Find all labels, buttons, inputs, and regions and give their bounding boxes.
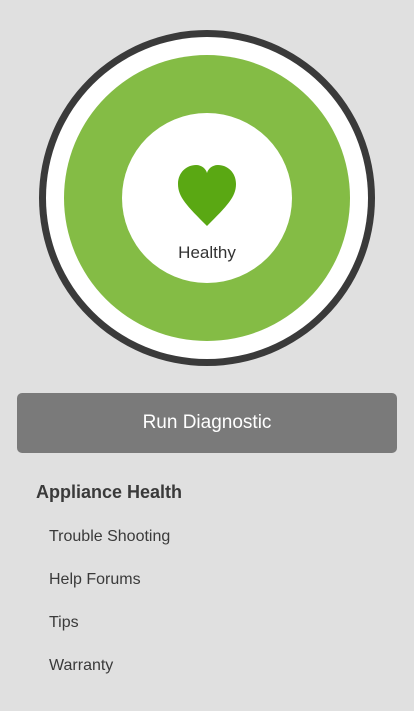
menu-item-warranty[interactable]: Warranty — [49, 651, 170, 694]
run-diagnostic-button[interactable]: Run Diagnostic — [17, 393, 397, 453]
status-label: Healthy — [178, 243, 236, 262]
menu-item-tips[interactable]: Tips — [49, 608, 170, 651]
status-ring-graphic — [39, 30, 375, 366]
appliance-health-heading: Appliance Health — [36, 482, 183, 502]
appliance-health-menu: Trouble Shooting Help Forums Tips Warran… — [49, 522, 170, 694]
health-status-dial: Healthy — [37, 28, 377, 368]
menu-item-help-forums[interactable]: Help Forums — [49, 565, 170, 608]
menu-item-trouble-shooting[interactable]: Trouble Shooting — [49, 522, 170, 565]
